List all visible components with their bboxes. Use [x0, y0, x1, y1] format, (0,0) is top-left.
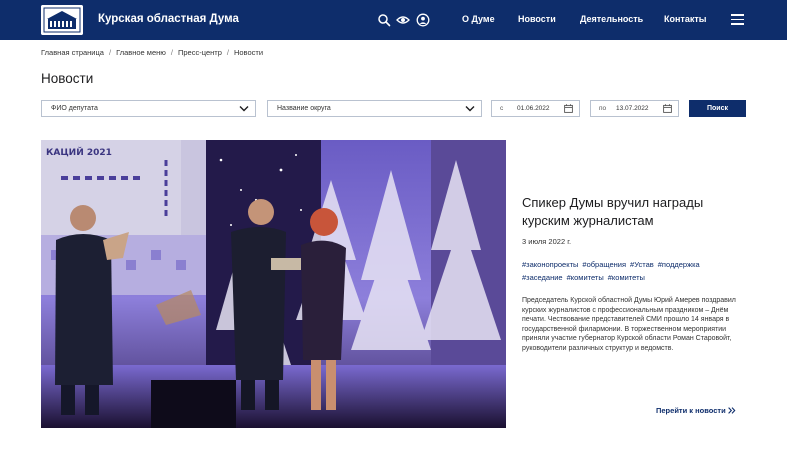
- tag-link[interactable]: #комитеты: [567, 273, 604, 282]
- date-to-prefix: по: [599, 105, 607, 112]
- article-body: Председатель Курской областной Думы Юрий…: [522, 297, 736, 352]
- page-title: Новости: [41, 71, 94, 86]
- nav-news[interactable]: Новости: [518, 14, 556, 24]
- nav-contacts[interactable]: Контакты: [664, 14, 706, 24]
- nav-activity[interactable]: Деятельность: [580, 14, 643, 24]
- breadcrumb: Главная страница / Главное меню / Пресс-цент…: [41, 48, 264, 57]
- article-date: 3 июля 2022 г.: [522, 237, 572, 246]
- deputy-select-value: ФИО депутата: [51, 105, 98, 112]
- article-title[interactable]: Спикер Думы вручил награды курским журна…: [522, 194, 752, 230]
- site-title[interactable]: Курская областная Дума: [98, 13, 239, 25]
- tag-link[interactable]: #поддержка: [658, 260, 700, 269]
- date-to-value: 13.07.2022: [616, 105, 649, 112]
- date-to-field[interactable]: по 13.07.2022: [590, 100, 679, 117]
- menu-icon[interactable]: [731, 14, 744, 25]
- tag-link[interactable]: #законопроекты: [522, 260, 578, 269]
- tag-link[interactable]: #Устав: [630, 260, 654, 269]
- news-photo[interactable]: КАЦИЙ 2021: [41, 140, 506, 428]
- duma-logo[interactable]: [41, 5, 83, 35]
- deputy-select[interactable]: ФИО депутата: [41, 100, 256, 117]
- breadcrumb-home[interactable]: Главная страница: [41, 48, 104, 57]
- top-header: Курская областная Дума О Думе Новости Де…: [0, 0, 787, 40]
- tag-link[interactable]: #обращения: [582, 260, 626, 269]
- photo-banner-text: КАЦИЙ 2021: [46, 146, 112, 158]
- calendar-icon[interactable]: [564, 104, 573, 113]
- user-icon[interactable]: [416, 13, 430, 27]
- eye-icon[interactable]: [396, 13, 410, 27]
- search-icon[interactable]: [377, 13, 391, 27]
- search-button[interactable]: Поиск: [689, 100, 746, 117]
- breadcrumb-press-center[interactable]: Пресс-центр: [178, 48, 222, 57]
- tag-link[interactable]: #комитеты: [608, 273, 645, 282]
- chevron-down-icon: [239, 106, 249, 112]
- date-from-prefix: с: [500, 105, 504, 112]
- read-more-link[interactable]: Перейти к новости: [656, 406, 736, 415]
- tag-link[interactable]: #заседание: [522, 273, 563, 282]
- read-more-label: Перейти к новости: [656, 406, 726, 415]
- article-tags: #законопроекты #обращения #Устав #поддержка…: [522, 259, 752, 284]
- double-chevron-right-icon: [727, 406, 736, 414]
- date-from-field[interactable]: с 01.06.2022: [491, 100, 580, 117]
- date-from-value: 01.06.2022: [517, 105, 550, 112]
- chevron-down-icon: [465, 106, 475, 112]
- calendar-icon[interactable]: [663, 104, 672, 113]
- breadcrumb-current: Новости: [233, 48, 264, 57]
- district-select-value: Название округа: [277, 105, 331, 112]
- district-select[interactable]: Название округа: [267, 100, 482, 117]
- nav-about[interactable]: О Думе: [462, 14, 495, 24]
- breadcrumb-main-menu[interactable]: Главное меню: [116, 48, 166, 57]
